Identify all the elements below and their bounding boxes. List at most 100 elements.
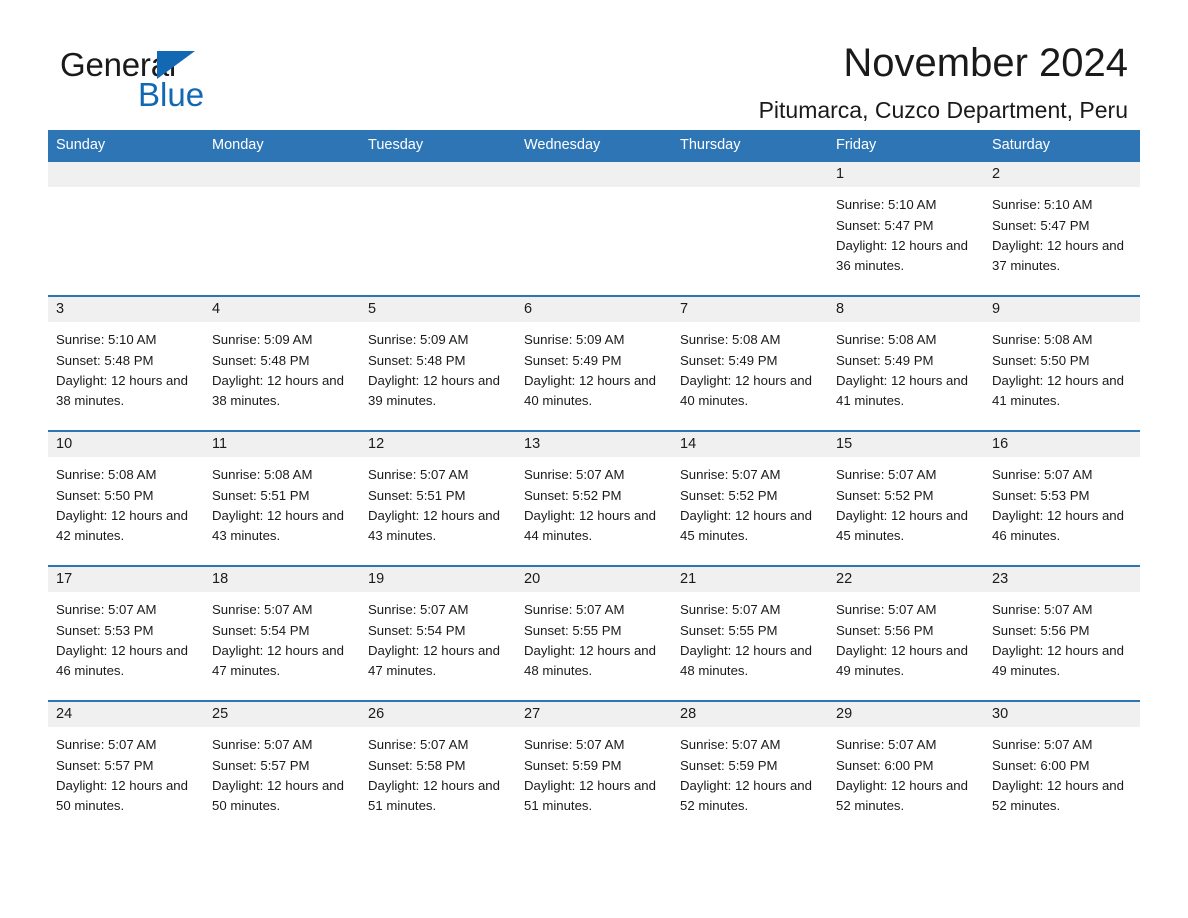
day-info: Sunrise: 5:07 AM Sunset: 5:52 PM Daylight:… [828,457,984,546]
weekday-header-wednesday: Wednesday [524,137,601,153]
sunrise-text: Sunrise: 5:10 AM [56,332,157,348]
day-number: 11 [204,432,360,458]
calendar-day-cell[interactable]: 23 Sunrise: 5:07 AM Sunset: 5:56 PM Dayligh… [984,567,1140,701]
calendar-day-cell[interactable]: 3 Sunrise: 5:10 AM Sunset: 5:48 PM Daylight… [48,297,204,431]
day-number: 15 [828,432,984,458]
day-info: Sunrise: 5:07 AM Sunset: 5:51 PM Daylight:… [360,457,516,546]
sunset-text: Sunset: 6:00 PM [992,757,1090,773]
calendar-day-cell[interactable]: 5 Sunrise: 5:09 AM Sunset: 5:48 PM Daylight… [360,297,516,431]
calendar-day-cell[interactable]: 12 Sunrise: 5:07 AM Sunset: 5:51 PM Dayligh… [360,432,516,566]
day-info: Sunrise: 5:07 AM Sunset: 5:52 PM Daylight:… [516,457,672,546]
daylight-text: Daylight: 12 hours and 36 minutes. [836,237,968,273]
daylight-text: Daylight: 12 hours and 41 minutes. [992,372,1124,408]
calendar-day-cell[interactable]: 25 Sunrise: 5:07 AM Sunset: 5:57 PM Dayligh… [204,702,360,836]
day-number: 4 [204,297,360,323]
calendar-day-cell[interactable]: 30 Sunrise: 5:07 AM Sunset: 6:00 PM Dayligh… [984,702,1140,836]
calendar-day-cell-empty [672,162,828,296]
daylight-text: Daylight: 12 hours and 46 minutes. [992,507,1124,543]
sunset-text: Sunset: 5:49 PM [836,352,934,368]
day-info: Sunrise: 5:09 AM Sunset: 5:48 PM Daylight:… [204,322,360,411]
sunrise-text: Sunrise: 5:10 AM [836,197,937,213]
calendar-day-cell[interactable]: 18 Sunrise: 5:07 AM Sunset: 5:54 PM Dayligh… [204,567,360,701]
calendar-day-cell[interactable]: 19 Sunrise: 5:07 AM Sunset: 5:54 PM Dayligh… [360,567,516,701]
calendar-day-cell[interactable]: 1 Sunrise: 5:10 AM Sunset: 5:47 PM Daylight… [828,162,984,296]
calendar-day-cell[interactable]: 14 Sunrise: 5:07 AM Sunset: 5:52 PM Dayligh… [672,432,828,566]
day-number: 18 [204,567,360,593]
sunrise-text: Sunrise: 5:09 AM [212,332,313,348]
day-info: Sunrise: 5:09 AM Sunset: 5:48 PM Daylight:… [360,322,516,411]
daylight-text: Daylight: 12 hours and 52 minutes. [836,777,968,813]
calendar-day-cell[interactable]: 11 Sunrise: 5:08 AM Sunset: 5:51 PM Dayligh… [204,432,360,566]
day-info: Sunrise: 5:10 AM Sunset: 5:47 PM Daylight:… [828,187,984,276]
day-info: Sunrise: 5:07 AM Sunset: 5:55 PM Daylight:… [672,592,828,681]
sunrise-text: Sunrise: 5:07 AM [56,602,157,618]
calendar-day-cell[interactable]: 17 Sunrise: 5:07 AM Sunset: 5:53 PM Dayligh… [48,567,204,701]
calendar-day-cell[interactable]: 22 Sunrise: 5:07 AM Sunset: 5:56 PM Dayligh… [828,567,984,701]
calendar-day-cell[interactable]: 10 Sunrise: 5:08 AM Sunset: 5:50 PM Dayligh… [48,432,204,566]
sunrise-text: Sunrise: 5:07 AM [992,602,1093,618]
calendar-day-cell[interactable]: 16 Sunrise: 5:07 AM Sunset: 5:53 PM Dayligh… [984,432,1140,566]
sunset-text: Sunset: 5:51 PM [212,487,310,503]
day-info: Sunrise: 5:07 AM Sunset: 5:57 PM Daylight:… [204,727,360,816]
calendar-page: General Blue November 2024 Pitumarca, Cu… [0,0,1188,918]
sunset-text: Sunset: 5:48 PM [56,352,154,368]
sunset-text: Sunset: 5:47 PM [992,217,1090,233]
calendar-day-cell[interactable]: 21 Sunrise: 5:07 AM Sunset: 5:55 PM Dayligh… [672,567,828,701]
calendar-day-cell[interactable]: 4 Sunrise: 5:09 AM Sunset: 5:48 PM Daylight… [204,297,360,431]
calendar-day-cell[interactable]: 27 Sunrise: 5:07 AM Sunset: 5:59 PM Dayligh… [516,702,672,836]
calendar-day-cell[interactable]: 9 Sunrise: 5:08 AM Sunset: 5:50 PM Daylight… [984,297,1140,431]
daylight-text: Daylight: 12 hours and 49 minutes. [992,642,1124,678]
calendar-day-cell[interactable]: 28 Sunrise: 5:07 AM Sunset: 5:59 PM Dayligh… [672,702,828,836]
calendar-day-cell[interactable]: 26 Sunrise: 5:07 AM Sunset: 5:58 PM Dayligh… [360,702,516,836]
sunrise-text: Sunrise: 5:08 AM [56,467,157,483]
sunset-text: Sunset: 5:53 PM [56,622,154,638]
daylight-text: Daylight: 12 hours and 47 minutes. [368,642,500,678]
sunset-text: Sunset: 6:00 PM [836,757,934,773]
sunrise-text: Sunrise: 5:08 AM [680,332,781,348]
sunset-text: Sunset: 5:56 PM [992,622,1090,638]
sunrise-text: Sunrise: 5:07 AM [992,737,1093,753]
day-info: Sunrise: 5:07 AM Sunset: 5:56 PM Daylight:… [984,592,1140,681]
calendar-week-row: 1 Sunrise: 5:10 AM Sunset: 5:47 PM Daylight… [48,162,1140,296]
sunrise-text: Sunrise: 5:07 AM [680,602,781,618]
daylight-text: Daylight: 12 hours and 51 minutes. [524,777,656,813]
calendar-day-cell[interactable]: 24 Sunrise: 5:07 AM Sunset: 5:57 PM Dayligh… [48,702,204,836]
daylight-text: Daylight: 12 hours and 42 minutes. [56,507,188,543]
calendar-day-cell[interactable]: 2 Sunrise: 5:10 AM Sunset: 5:47 PM Daylight… [984,162,1140,296]
day-number: 30 [984,702,1140,728]
sunrise-text: Sunrise: 5:09 AM [368,332,469,348]
calendar-day-cell[interactable]: 13 Sunrise: 5:07 AM Sunset: 5:52 PM Dayligh… [516,432,672,566]
daylight-text: Daylight: 12 hours and 50 minutes. [56,777,188,813]
generalblue-logo[interactable]: General Blue [60,46,320,118]
day-number: 26 [360,702,516,728]
sunset-text: Sunset: 5:59 PM [524,757,622,773]
day-info: Sunrise: 5:09 AM Sunset: 5:49 PM Daylight:… [516,322,672,411]
daylight-text: Daylight: 12 hours and 48 minutes. [680,642,812,678]
calendar-day-cell[interactable]: 6 Sunrise: 5:09 AM Sunset: 5:49 PM Daylight… [516,297,672,431]
sunrise-text: Sunrise: 5:07 AM [524,467,625,483]
daylight-text: Daylight: 12 hours and 45 minutes. [836,507,968,543]
day-number: 25 [204,702,360,728]
daylight-text: Daylight: 12 hours and 48 minutes. [524,642,656,678]
day-number: 14 [672,432,828,458]
day-info: Sunrise: 5:10 AM Sunset: 5:47 PM Daylight:… [984,187,1140,276]
calendar-day-cell[interactable]: 7 Sunrise: 5:08 AM Sunset: 5:49 PM Daylight… [672,297,828,431]
daylight-text: Daylight: 12 hours and 45 minutes. [680,507,812,543]
day-number: 5 [360,297,516,323]
calendar-day-cell[interactable]: 29 Sunrise: 5:07 AM Sunset: 6:00 PM Dayligh… [828,702,984,836]
daylight-text: Daylight: 12 hours and 40 minutes. [680,372,812,408]
sunrise-text: Sunrise: 5:07 AM [368,737,469,753]
day-info: Sunrise: 5:08 AM Sunset: 5:51 PM Daylight:… [204,457,360,546]
day-number: 19 [360,567,516,593]
sunrise-text: Sunrise: 5:07 AM [836,602,937,618]
daylight-text: Daylight: 12 hours and 51 minutes. [368,777,500,813]
weekday-header-thursday: Thursday [680,137,741,153]
sunset-text: Sunset: 5:57 PM [56,757,154,773]
day-info: Sunrise: 5:07 AM Sunset: 6:00 PM Daylight:… [828,727,984,816]
calendar-weeks: 1 Sunrise: 5:10 AM Sunset: 5:47 PM Daylight… [48,162,1140,836]
calendar-day-cell[interactable]: 20 Sunrise: 5:07 AM Sunset: 5:55 PM Dayligh… [516,567,672,701]
day-number: 10 [48,432,204,458]
day-number: 17 [48,567,204,593]
calendar-day-cell[interactable]: 8 Sunrise: 5:08 AM Sunset: 5:49 PM Daylight… [828,297,984,431]
calendar-day-cell[interactable]: 15 Sunrise: 5:07 AM Sunset: 5:52 PM Dayligh… [828,432,984,566]
